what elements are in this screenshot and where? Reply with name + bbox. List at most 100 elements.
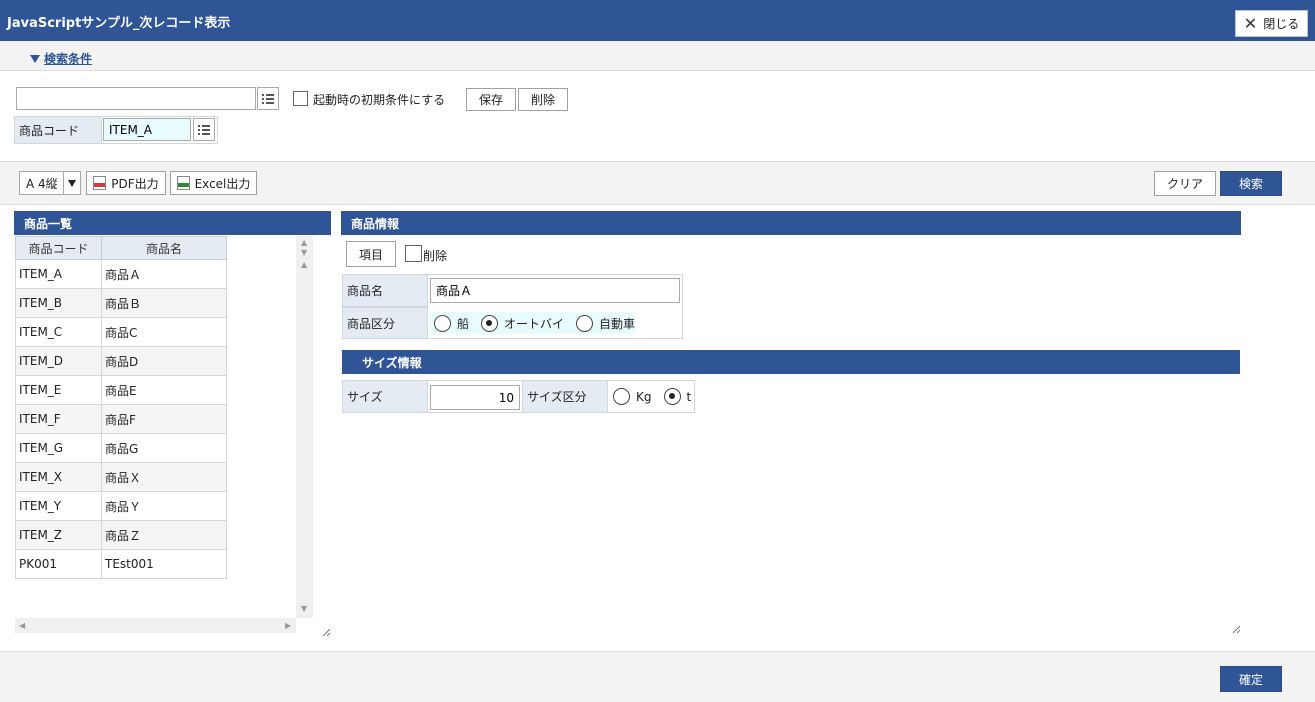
table-row[interactable]: ITEM_D 商品D (15, 346, 227, 376)
delete-condition-button[interactable]: 削除 (518, 88, 568, 111)
cell-product-name[interactable]: 商品G (101, 433, 227, 463)
vertical-scrollbar[interactable]: ▲ ▼ ▲ ▼ (296, 236, 313, 618)
product-table: 商品コード 商品名 ITEM_A 商品Ａ ITEM_B 商品Ｂ ITEM_C 商品C ITE… (15, 236, 227, 579)
list-resize-handle[interactable] (322, 625, 331, 639)
cell-product-name[interactable]: 商品Ａ (101, 259, 227, 289)
scroll-right-icon[interactable]: ▶ (285, 621, 291, 630)
cell-product-name[interactable]: 商品Ｚ (101, 520, 227, 550)
radio-kg[interactable] (613, 388, 630, 405)
size-unit-radio-group: Kg t (613, 388, 691, 405)
size-input[interactable] (430, 385, 520, 410)
saved-condition-input[interactable] (16, 87, 256, 110)
pdf-export-label: PDF出力 (111, 176, 159, 191)
scroll-down-icon[interactable]: ▼ (301, 248, 307, 257)
cell-product-name[interactable]: TEst001 (101, 549, 227, 579)
radio-kg-label: Kg (636, 389, 652, 404)
excel-export-label: Excel出力 (194, 176, 251, 191)
resize-grip-icon (322, 628, 331, 637)
excel-file-icon (176, 176, 190, 190)
code-label: 商品コード (14, 116, 102, 144)
horizontal-scrollbar[interactable]: ◀ ▶ (15, 618, 296, 633)
cell-product-code[interactable]: ITEM_F (15, 404, 102, 434)
clear-button[interactable]: クリア (1154, 171, 1216, 196)
product-category-radio-group: 船 オートバイ 自動車 (430, 312, 635, 334)
table-row[interactable]: ITEM_X 商品Ｘ (15, 462, 227, 492)
close-button[interactable]: ✕ 閉じる (1235, 10, 1308, 37)
cell-product-name[interactable]: 商品Ｘ (101, 462, 227, 492)
cell-product-code[interactable]: ITEM_G (15, 433, 102, 463)
cell-product-code[interactable]: ITEM_D (15, 346, 102, 376)
close-icon: ✕ (1243, 13, 1258, 33)
code-input[interactable] (103, 118, 191, 141)
search-button[interactable]: 検索 (1220, 171, 1282, 196)
table-row[interactable]: ITEM_E 商品E (15, 375, 227, 405)
code-list-button[interactable] (193, 118, 215, 141)
condition-list-button[interactable] (257, 87, 279, 110)
search-condition-link[interactable]: 検索条件 (44, 50, 92, 67)
radio-t[interactable] (663, 388, 681, 405)
cell-product-name[interactable]: 商品Ｙ (101, 491, 227, 521)
cell-product-code[interactable]: ITEM_Z (15, 520, 102, 550)
search-condition-band (0, 41, 1315, 71)
size-unit-label: サイズ区分 (522, 380, 608, 413)
scroll-left-icon[interactable]: ◀ (19, 621, 25, 630)
initial-condition-checkbox[interactable] (293, 91, 308, 106)
delete-checkbox[interactable] (405, 245, 422, 262)
cell-product-name[interactable]: 商品D (101, 346, 227, 376)
cell-product-name[interactable]: 商品C (101, 317, 227, 347)
product-list-header: 商品一覧 (14, 211, 331, 235)
radio-t-label: t (686, 389, 692, 404)
confirm-button[interactable]: 確定 (1220, 666, 1282, 692)
search-condition-toggle[interactable]: 検索条件 (30, 50, 92, 67)
scroll-up-icon[interactable]: ▲ (301, 238, 307, 247)
table-row[interactable]: ITEM_Z 商品Ｚ (15, 520, 227, 550)
product-name-input[interactable] (430, 278, 680, 303)
cell-product-name[interactable]: 商品F (101, 404, 227, 434)
cell-product-code[interactable]: ITEM_Y (15, 491, 102, 521)
list-icon (262, 93, 274, 104)
paper-size-select[interactable]: A 4縦 (19, 171, 81, 195)
footer-band (0, 651, 1315, 702)
collapse-triangle-icon (30, 54, 40, 63)
table-row[interactable]: PK001 TEst001 (15, 549, 227, 579)
pdf-export-button[interactable]: PDF出力 (86, 171, 166, 195)
cell-product-code[interactable]: ITEM_E (15, 375, 102, 405)
resize-grip-icon (1232, 625, 1241, 634)
scroll-down-icon[interactable]: ▼ (301, 604, 307, 613)
dropdown-arrow-icon (63, 172, 80, 194)
table-row[interactable]: ITEM_A 商品Ａ (15, 259, 227, 289)
cell-product-code[interactable]: ITEM_A (15, 259, 102, 289)
radio-ship-label: 船 (457, 316, 470, 331)
table-row[interactable]: ITEM_C 商品C (15, 317, 227, 347)
cell-product-code[interactable]: ITEM_C (15, 317, 102, 347)
save-button[interactable]: 保存 (466, 88, 516, 111)
item-button[interactable]: 項目 (346, 241, 396, 267)
radio-motorcycle[interactable] (481, 314, 499, 332)
product-category-label: 商品区分 (342, 307, 428, 339)
cell-product-name[interactable]: 商品E (101, 375, 227, 405)
table-row[interactable]: ITEM_F 商品F (15, 404, 227, 434)
radio-motorcycle-label: オートバイ (504, 316, 565, 331)
product-list-grid: 商品コード 商品名 ITEM_A 商品Ａ ITEM_B 商品Ｂ ITEM_C 商品C ITE… (15, 236, 313, 633)
pdf-file-icon (93, 176, 107, 190)
excel-export-button[interactable]: Excel出力 (170, 171, 257, 195)
initial-condition-label: 起動時の初期条件にする (313, 93, 446, 107)
product-info-header: 商品情報 (341, 211, 1241, 235)
radio-car-label: 自動車 (599, 316, 636, 331)
cell-product-code[interactable]: PK001 (15, 549, 102, 579)
cell-product-code[interactable]: ITEM_X (15, 462, 102, 492)
table-row[interactable]: ITEM_G 商品G (15, 433, 227, 463)
column-header-name[interactable]: 商品名 (101, 236, 227, 260)
scroll-up-icon[interactable]: ▲ (301, 260, 307, 269)
table-row[interactable]: ITEM_Y 商品Ｙ (15, 491, 227, 521)
column-header-code[interactable]: 商品コード (15, 236, 102, 260)
radio-car[interactable] (576, 314, 594, 332)
window-title: JavaScriptサンプル_次レコード表示 (7, 16, 231, 31)
table-row[interactable]: ITEM_B 商品Ｂ (15, 288, 227, 318)
list-icon (198, 124, 210, 135)
radio-ship[interactable] (434, 314, 451, 332)
cell-product-code[interactable]: ITEM_B (15, 288, 102, 318)
detail-resize-handle[interactable] (1232, 622, 1241, 636)
size-info-header: サイズ情報 (342, 350, 1240, 374)
cell-product-name[interactable]: 商品Ｂ (101, 288, 227, 318)
